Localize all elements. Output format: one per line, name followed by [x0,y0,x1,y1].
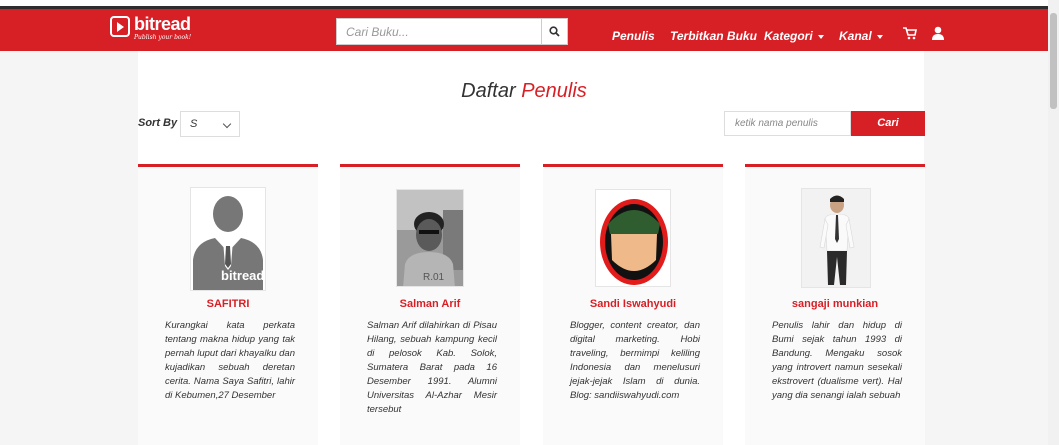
book-search-input[interactable] [337,19,543,44]
author-avatar-illustration [596,190,670,286]
nav-kanal[interactable]: Kanal [839,29,883,43]
author-portrait-standing [802,189,870,287]
book-search [336,18,568,45]
navbar: bitread Publish your book! Penulis Terbi… [0,9,1048,51]
author-bio: Kurangkai kata perkata tentang makna hid… [165,320,295,401]
page-title-prefix: Daftar [461,80,516,102]
scrollbar-thumb[interactable] [1050,13,1057,109]
author-photo[interactable]: R.01 [396,189,464,287]
nav-kategori[interactable]: Kategori [764,29,824,43]
search-icon [549,26,560,37]
author-bio: Salman Arif dilahirkan di Pisau Hilang, … [367,320,497,415]
author-card[interactable]: sangaji munkian Penulis lahir dan hidup … [745,164,925,445]
page-title: Daftar Penulis [0,80,1048,103]
chevron-down-icon [222,119,232,129]
author-card[interactable]: bitread SAFITRI Kurangkai kata perkata t… [138,164,318,445]
author-card[interactable]: Sandi Iswahyudi Blogger, content creator… [543,164,723,445]
author-search-button[interactable]: Cari [851,111,925,136]
author-photo[interactable] [801,188,871,288]
sort-by-label: Sort By [138,117,178,129]
author-photo-placeholder[interactable]: bitread [190,187,266,291]
nav-kategori-label: Kategori [764,29,813,43]
browser-top-strip [0,0,1059,9]
nav-terbitkan-buku[interactable]: Terbitkan Buku [670,29,757,43]
author-name[interactable]: SAFITRI [138,298,318,310]
author-name[interactable]: Salman Arif [340,298,520,310]
sort-select[interactable]: S [180,111,240,137]
scrollbar[interactable] [1048,0,1059,445]
photo-watermark: bitread [221,268,265,283]
author-portrait-bw: R.01 [397,190,463,286]
author-photo[interactable] [595,189,671,287]
play-book-icon [110,16,130,37]
caret-down-icon [876,34,883,39]
nav-penulis[interactable]: Penulis [612,29,655,43]
page-title-highlight: Penulis [521,80,587,102]
caret-down-icon [817,34,824,39]
author-bio: Blogger, content creator, dan digital ma… [570,320,700,401]
author-card[interactable]: R.01 Salman Arif Salman Arif dilahirkan … [340,164,520,445]
bitread-logo[interactable]: bitread Publish your book! [110,13,210,43]
account-button[interactable] [932,26,944,45]
cart-button[interactable] [903,27,917,45]
nav-kanal-label: Kanal [839,29,872,43]
author-name[interactable]: sangaji munkian [745,298,925,310]
logo-name: bitread [134,14,191,34]
book-search-button[interactable] [541,19,567,44]
logo-tagline: Publish your book! [134,34,192,41]
cart-icon [903,27,917,40]
author-bio: Penulis lahir dan hidup di Bumi sejak ta… [772,320,902,401]
author-name[interactable]: Sandi Iswahyudi [543,298,723,310]
author-search [724,111,851,136]
sort-select-value: S [190,118,198,130]
svg-text:R.01: R.01 [423,272,445,283]
author-search-input[interactable] [725,112,850,135]
user-icon [932,26,944,40]
